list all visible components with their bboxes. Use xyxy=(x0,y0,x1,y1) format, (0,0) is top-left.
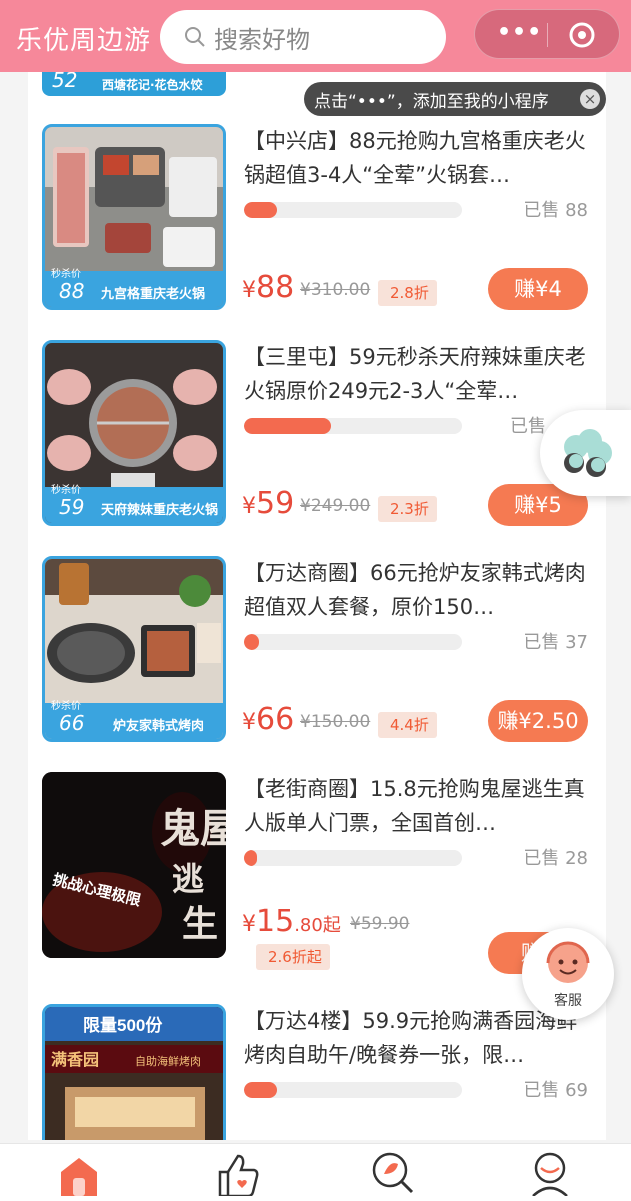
product-title: 【万达4楼】59.9元抢购满香园海鲜烤肉自助午/晚餐券一张，限… xyxy=(244,1009,578,1067)
floating-side-button[interactable] xyxy=(540,410,631,496)
customer-service-icon xyxy=(546,941,590,983)
bottom-tab-bar xyxy=(0,1143,631,1201)
shop-name: 满香园 xyxy=(51,1051,99,1069)
badge-name: 九宫格重庆老火锅 xyxy=(101,287,206,302)
product-image: 秒杀价 66 炉友家韩式烤肉 xyxy=(42,556,226,742)
progress-fill xyxy=(244,202,277,218)
badge-price: 59 xyxy=(59,495,85,519)
badge-name: 炉友家韩式烤肉 xyxy=(113,719,205,734)
sold-count: 已售 xyxy=(510,416,546,437)
list-item[interactable]: 秒杀价 88 九宫格重庆老火锅 【中兴店】88元抢购九宫格重庆老火锅超值3-4人… xyxy=(28,124,606,310)
restaurant-photo: 限量500份 满香园 自助海鲜烤肉 xyxy=(45,1007,223,1140)
more-button[interactable]: ••• xyxy=(497,20,542,45)
poster-title-2: 逃 xyxy=(172,861,204,897)
sold-count: 已售 69 xyxy=(523,1080,588,1101)
price-badge: 秒杀价 59 天府辣妹重庆老火锅 xyxy=(45,485,223,523)
product-title: 【万达商圈】66元抢炉友家韩式烤肉超值双人套餐，原价150… xyxy=(244,561,586,619)
list-item[interactable]: 秒杀价 66 炉友家韩式烤肉 【万达商圈】66元抢炉友家韩式烤肉超值双人套餐，原… xyxy=(28,556,606,742)
product-title: 【三里屯】59元秒杀天府辣妹重庆老火锅原价249元2-3人“全荤… xyxy=(244,345,586,403)
list-item[interactable]: 鬼屋 逃 生 挑战心理极限 【老街商圈】15.8元抢购鬼屋逃生真人版单人门票，全… xyxy=(28,772,606,992)
product-list: 52 西塘花记·花色水饺 秒杀价 88 九宫格重庆老火锅 【中兴店】88元抢购九… xyxy=(28,60,606,1140)
cloud-icon xyxy=(564,429,612,477)
sales-progress-bar xyxy=(244,418,462,434)
sales-progress-bar xyxy=(244,850,462,866)
earn-button[interactable]: 赚¥2.50 xyxy=(488,700,588,742)
like-icon[interactable] xyxy=(214,1152,260,1196)
discount-tag: 2.3折 xyxy=(378,496,437,522)
sold-count: 已售 88 xyxy=(523,200,588,221)
discover-icon[interactable] xyxy=(370,1150,416,1196)
product-image: 鬼屋 逃 生 挑战心理极限 xyxy=(42,772,226,958)
product-title: 【老街商圈】15.8元抢购鬼屋逃生真人版单人门票，全国首创… xyxy=(244,777,585,835)
tip-text: 点击“•••”，添加至我的小程序 xyxy=(314,91,549,112)
sold-count: 已售 28 xyxy=(523,848,588,869)
price: ¥59 xyxy=(242,486,295,521)
progress-fill xyxy=(244,418,332,434)
original-price: ¥59.90 xyxy=(350,914,410,934)
peek-name: 西塘花记·花色水饺 xyxy=(102,78,203,92)
badge-name: 天府辣妹重庆老火锅 xyxy=(101,503,219,518)
product-image: 秒杀价 59 天府辣妹重庆老火锅 xyxy=(42,340,226,526)
search-placeholder: 搜索好物 xyxy=(214,25,310,54)
close-target-icon[interactable] xyxy=(568,21,596,49)
original-price: ¥150.00 xyxy=(300,712,371,732)
discount-tag: 2.6折起 xyxy=(256,944,330,970)
product-image: 秒杀价 88 九宫格重庆老火锅 xyxy=(42,124,226,310)
price-badge: 秒杀价 88 九宫格重庆老火锅 xyxy=(45,269,223,307)
badge-tag: 秒杀价 xyxy=(51,485,81,496)
poster-title-3: 生 xyxy=(182,904,218,944)
list-item[interactable]: 秒杀价 59 天府辣妹重庆老火锅 【三里屯】59元秒杀天府辣妹重庆老火锅原价24… xyxy=(28,340,606,526)
mini-program-capsule: ••• xyxy=(474,9,620,59)
price: ¥88 xyxy=(242,270,295,305)
sales-progress-bar xyxy=(244,1082,462,1098)
price: ¥66 xyxy=(242,702,295,737)
sold-count: 已售 37 xyxy=(523,632,588,653)
sales-progress-bar xyxy=(244,634,462,650)
list-item[interactable]: 限量500份 满香园 自助海鲜烤肉 【万达4楼】59.9元抢购满香园海鲜烤肉自助… xyxy=(28,1004,606,1140)
haunted-house-poster: 鬼屋 逃 生 挑战心理极限 xyxy=(42,772,226,958)
tip-close-icon[interactable]: × xyxy=(580,89,600,109)
add-miniprogram-tip: 点击“•••”，添加至我的小程序 × xyxy=(304,82,606,116)
price-badge: 秒杀价 66 炉友家韩式烤肉 xyxy=(45,701,223,739)
progress-fill xyxy=(244,634,260,650)
search-icon xyxy=(185,27,205,47)
badge-price: 88 xyxy=(59,279,85,303)
customer-service-button[interactable]: 客服 xyxy=(522,928,614,1020)
original-price: ¥249.00 xyxy=(300,496,371,516)
poster-title-1: 鬼屋 xyxy=(160,806,226,851)
sales-progress-bar xyxy=(244,202,462,218)
capsule-divider xyxy=(547,23,548,47)
price: ¥15.80起 xyxy=(242,904,341,939)
shop-sub: 自助海鲜烤肉 xyxy=(135,1054,201,1068)
top-bar: 乐优周边游 搜索好物 ••• xyxy=(0,0,631,72)
original-price: ¥310.00 xyxy=(300,280,371,300)
progress-fill xyxy=(244,850,258,866)
discount-tag: 4.4折 xyxy=(378,712,437,738)
badge-tag: 秒杀价 xyxy=(51,269,81,280)
badge-price: 66 xyxy=(59,711,85,735)
customer-service-label: 客服 xyxy=(554,993,582,1009)
home-icon[interactable] xyxy=(57,1152,101,1196)
progress-fill xyxy=(244,1082,277,1098)
product-image: 限量500份 满香园 自助海鲜烤肉 xyxy=(42,1004,226,1140)
earn-button[interactable]: 赚¥4 xyxy=(488,268,588,310)
product-title: 【中兴店】88元抢购九宫格重庆老火锅超值3-4人“全荤”火锅套… xyxy=(244,129,586,187)
search-input[interactable]: 搜索好物 xyxy=(160,10,446,64)
app-title: 乐优周边游 xyxy=(16,26,152,56)
limited-label: 限量500份 xyxy=(83,1015,163,1035)
discount-tag: 2.8折 xyxy=(378,280,437,306)
profile-icon[interactable] xyxy=(527,1150,573,1196)
badge-tag: 秒杀价 xyxy=(51,701,81,712)
